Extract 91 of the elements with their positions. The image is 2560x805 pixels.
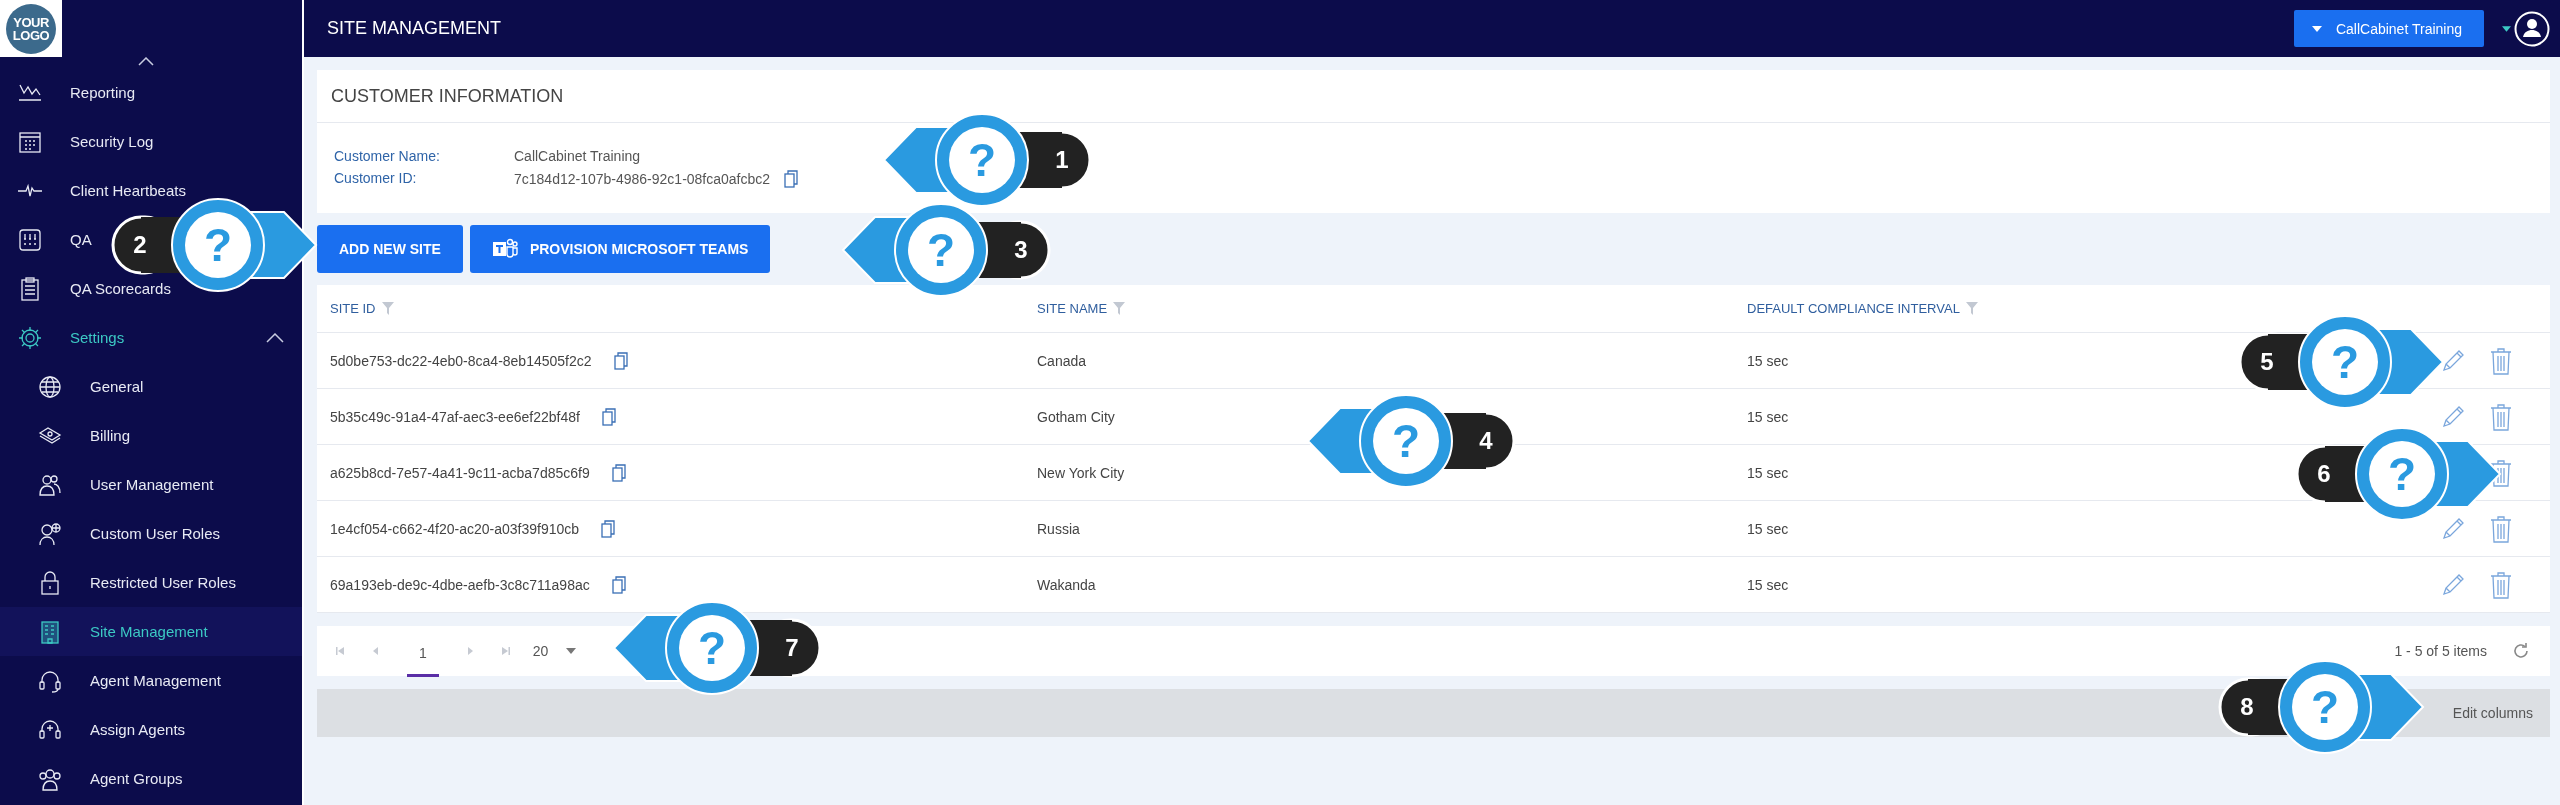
callout-number: 5 xyxy=(2260,348,2274,375)
question-mark: ? xyxy=(203,219,233,271)
column-header[interactable]: SITE NAME xyxy=(1037,301,1108,316)
table-cell: 15 sec xyxy=(1747,520,1789,537)
caret-icon xyxy=(2311,25,2322,32)
items-summary: 1 - 5 of 5 items xyxy=(2394,643,2487,659)
sidebar-item[interactable]: General xyxy=(90,378,144,395)
user-globe-icon xyxy=(37,520,63,547)
callout-number: 6 xyxy=(2317,460,2331,487)
sidebar-item[interactable]: Billing xyxy=(90,427,131,444)
sidebar-item[interactable]: Agent Management xyxy=(90,672,221,689)
logo: YOUR LOGO xyxy=(6,3,56,54)
trash-icon[interactable] xyxy=(2490,514,2512,543)
chevron-icon[interactable] xyxy=(266,333,284,343)
page-title: SITE MANAGEMENT xyxy=(327,18,502,39)
field-label: Customer ID: xyxy=(334,170,418,188)
table-cell: 15 sec xyxy=(1747,576,1789,593)
field-label: Customer Name: xyxy=(334,148,441,164)
sidebar-item[interactable]: QA xyxy=(70,231,92,248)
question-mark: ? xyxy=(2330,336,2360,388)
sidebar-item[interactable]: Reporting xyxy=(70,84,136,101)
table-cell: Wakanda xyxy=(1037,576,1096,593)
copy-icon[interactable] xyxy=(601,407,616,426)
table-cell: Gotham City xyxy=(1037,408,1115,425)
sidebar-item[interactable]: Site Management xyxy=(90,623,208,640)
sidebar-item[interactable]: Client Heartbeats xyxy=(70,182,186,199)
table-cell: New York City xyxy=(1037,464,1125,481)
copy-icon[interactable] xyxy=(611,463,626,482)
user-avatar-icon[interactable] xyxy=(2514,10,2550,47)
filter-icon[interactable] xyxy=(1965,302,1978,315)
question-mark: ? xyxy=(697,622,727,674)
question-mark: ? xyxy=(967,134,997,186)
table-cell: 15 sec xyxy=(1747,464,1789,481)
table-cell: 5b35c49c-91a4-47af-aec3-ee6ef22bf48f xyxy=(330,408,580,425)
table-cell: 15 sec xyxy=(1747,352,1789,369)
filter-icon[interactable] xyxy=(381,302,394,315)
caret-icon[interactable] xyxy=(566,648,577,654)
table-cell: Russia xyxy=(1037,520,1080,537)
sidebar-item[interactable]: Security Log xyxy=(70,133,154,150)
teams-icon xyxy=(491,238,518,260)
page-button[interactable]: 1 xyxy=(407,629,439,677)
caret-icon[interactable] xyxy=(2502,25,2511,32)
table-cell: 5d0be753-dc22-4eb0-8ca4-8eb14505f2c2 xyxy=(330,352,592,369)
callout-number: 4 xyxy=(1479,427,1493,454)
sidebar-item[interactable]: Custom User Roles xyxy=(90,525,221,542)
question-mark: ? xyxy=(926,224,956,276)
sidebar-item[interactable]: Agent Groups xyxy=(90,770,183,787)
sliders-icon xyxy=(17,226,43,253)
scroll-up-icon[interactable] xyxy=(138,57,154,66)
callout-number: 1 xyxy=(1055,146,1069,173)
copy-icon[interactable] xyxy=(611,575,626,594)
previous-page-icon[interactable] xyxy=(371,646,381,656)
trash-icon[interactable] xyxy=(2490,570,2512,599)
trash-icon[interactable] xyxy=(2490,402,2512,431)
trash-icon[interactable] xyxy=(2490,346,2512,375)
question-mark: ? xyxy=(2387,448,2417,500)
table-cell: Canada xyxy=(1037,352,1087,369)
question-mark: ? xyxy=(1391,415,1421,467)
add-site-button[interactable]: ADD NEW SITE xyxy=(317,225,463,273)
sidebar-item[interactable]: User Management xyxy=(90,476,214,493)
sidebar-item[interactable]: Assign Agents xyxy=(90,721,186,738)
callout-number: 3 xyxy=(1014,236,1028,263)
copy-icon[interactable] xyxy=(613,351,628,370)
globe-icon xyxy=(37,373,63,400)
last-page-icon[interactable] xyxy=(500,646,511,656)
first-page-icon[interactable] xyxy=(335,646,345,656)
callout-number: 8 xyxy=(2240,693,2254,720)
question-mark: ? xyxy=(2310,681,2340,733)
table-cell: 15 sec xyxy=(1747,408,1789,425)
table-cell: 1e4cf054-c662-4f20-ac20-a03f39f910cb xyxy=(330,520,580,537)
table-cell: 69a193eb-de9c-4dbe-aefb-3c8c711a98ac xyxy=(330,576,590,593)
field-value: 7c184d12-107b-4986-92c1-08fca0afcbc2 xyxy=(514,171,771,187)
sidebar-item[interactable]: Restricted User Roles xyxy=(90,574,236,591)
callout-number: 7 xyxy=(785,634,799,661)
account-button[interactable]: CallCabinet Training xyxy=(2293,10,2484,47)
refresh-icon[interactable] xyxy=(2512,642,2530,660)
field-value: CallCabinet Training xyxy=(514,148,641,164)
callout-number: 2 xyxy=(133,231,147,258)
sidebar-item[interactable]: QA Scorecards xyxy=(70,280,171,297)
column-header[interactable]: SITE ID xyxy=(330,301,376,316)
copy-icon[interactable] xyxy=(601,519,616,538)
table-cell: a625b8cd-7e57-4a41-9c11-acba7d85c6f9 xyxy=(330,464,590,481)
sidebar-item[interactable]: Settings xyxy=(70,329,125,346)
edit-columns-link[interactable]: Edit columns xyxy=(2452,705,2533,721)
page-size[interactable]: 20 xyxy=(532,643,549,659)
column-header[interactable]: DEFAULT COMPLIANCE INTERVAL xyxy=(1747,301,1960,316)
trash-icon[interactable] xyxy=(2490,458,2512,487)
copy-icon[interactable] xyxy=(784,170,799,188)
filter-icon[interactable] xyxy=(1113,302,1126,315)
provision-teams-button[interactable]: PROVISION MICROSOFT TEAMS xyxy=(469,225,771,273)
gear-icon xyxy=(17,324,43,351)
